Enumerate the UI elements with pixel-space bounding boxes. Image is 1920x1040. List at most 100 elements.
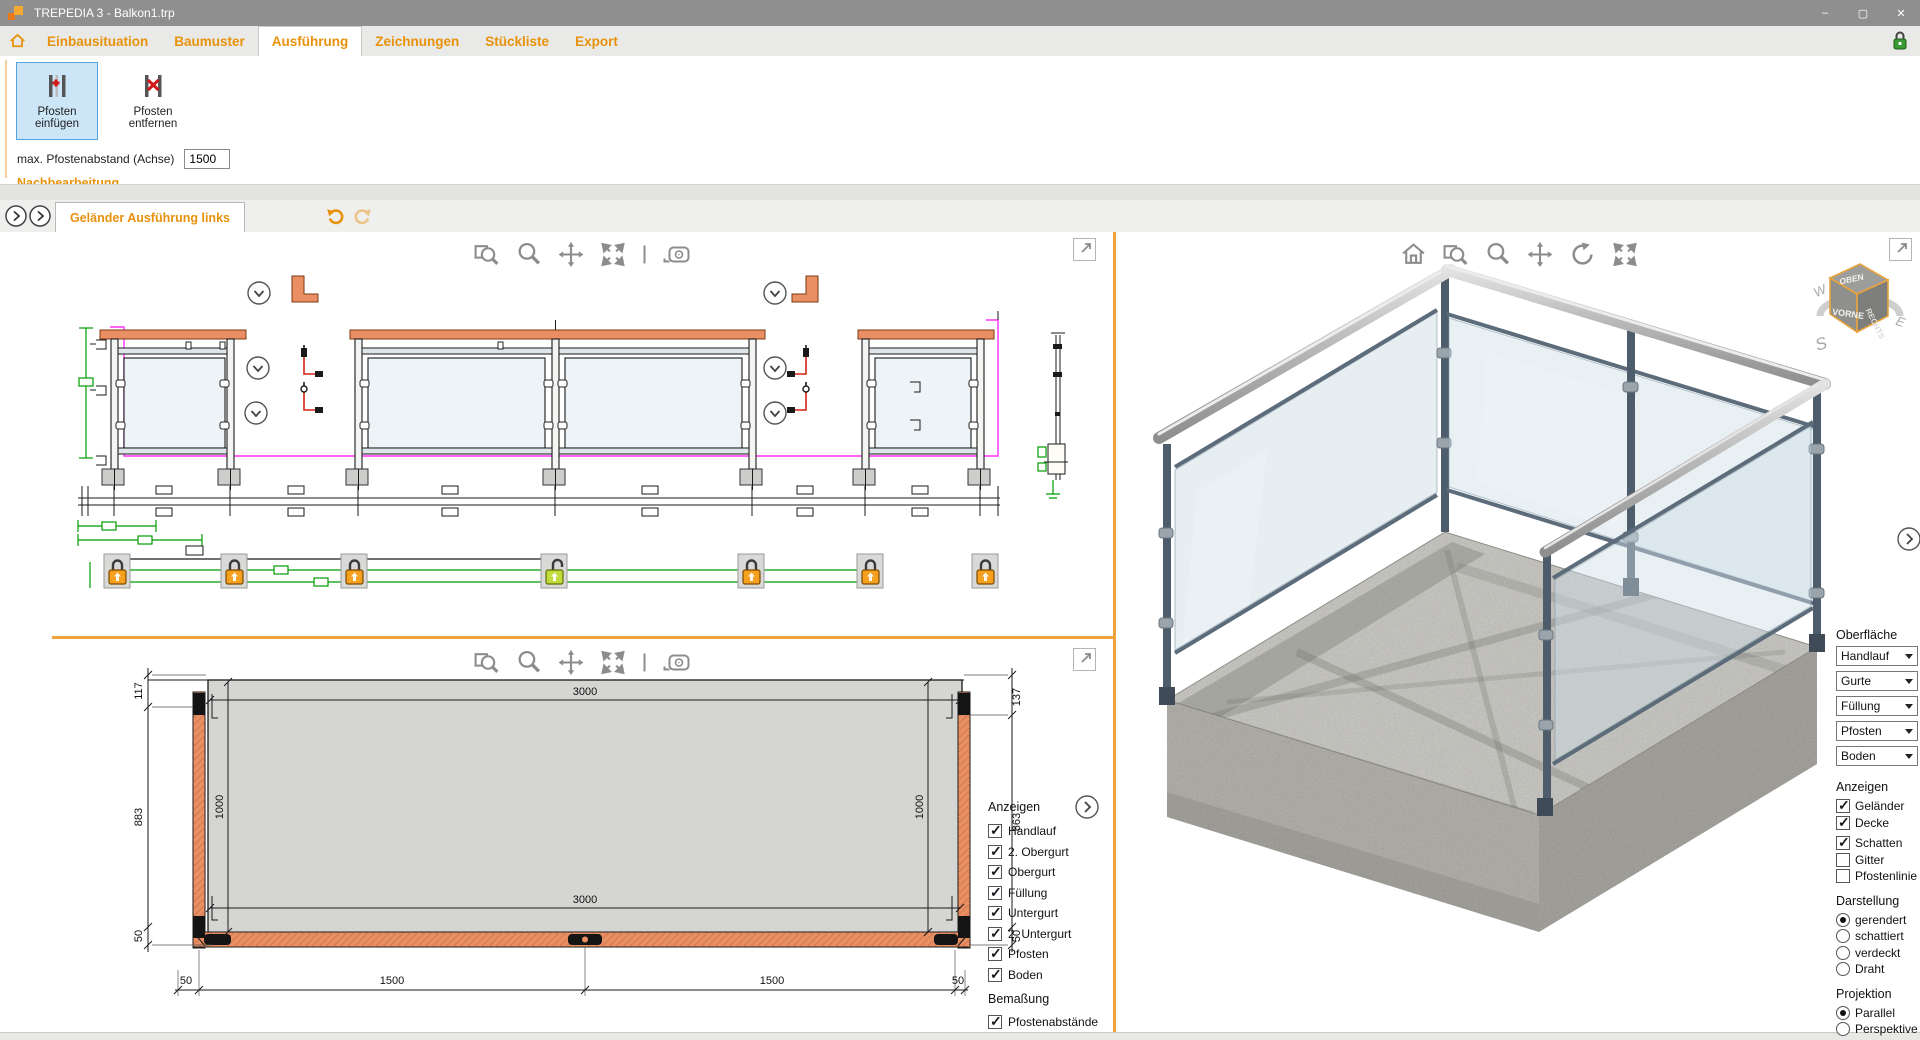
menu-item-ausfuehrung[interactable]: Ausführung (258, 26, 363, 56)
radio[interactable] (1836, 946, 1850, 960)
collapse-left-button[interactable] (5, 205, 27, 227)
fit-view-icon[interactable] (599, 649, 626, 676)
section-dropdown-left-mid[interactable] (247, 357, 269, 379)
checkbox[interactable] (988, 1015, 1002, 1029)
compass-south[interactable]: S (1813, 333, 1830, 355)
show-gelaender[interactable]: Geländer (1836, 798, 1918, 815)
surface-select-handlauf[interactable]: Handlauf (1836, 646, 1918, 666)
surface-select-fuellung[interactable]: Füllung (1836, 696, 1918, 716)
radio[interactable] (1836, 1022, 1850, 1036)
menu-item-export[interactable]: Export (562, 26, 631, 56)
collapse-left-button-2[interactable] (29, 205, 51, 227)
plan-option-handlauf[interactable]: Handlauf (988, 821, 1118, 842)
radio[interactable] (1836, 962, 1850, 976)
spacing-lock-6[interactable] (857, 554, 883, 588)
section-dropdown-right-top[interactable] (764, 282, 786, 304)
section-dropdown-right-bottom[interactable] (764, 402, 786, 424)
zoom-icon[interactable] (515, 649, 542, 676)
menu-item-einbausituation[interactable]: Einbausituation (34, 26, 161, 56)
spacing-lock-4[interactable] (541, 554, 567, 588)
compass-east[interactable]: E (1894, 313, 1907, 330)
surface-select-gurte[interactable]: Gurte (1836, 671, 1918, 691)
spacing-lock-5[interactable] (738, 554, 764, 588)
plan-options-collapse-button[interactable] (1074, 794, 1100, 820)
measure-tape-icon[interactable] (662, 241, 692, 268)
minimize-button[interactable]: – (1806, 0, 1844, 26)
view-cube[interactable]: W S E OBEN VORNE RECHTS (1812, 254, 1908, 360)
checkbox[interactable] (988, 947, 1002, 961)
show-schatten[interactable]: Schatten (1836, 835, 1918, 852)
checkbox[interactable] (1836, 816, 1850, 830)
plan-option-pfostenabstaende[interactable]: Pfostenabstände (988, 1012, 1118, 1033)
remove-post-button[interactable]: Pfosten entfernen (112, 62, 194, 140)
checkbox[interactable] (1836, 799, 1850, 813)
zoom-icon[interactable] (1484, 241, 1511, 268)
show-pfostenlinie[interactable]: Pfostenlinie (1836, 868, 1918, 885)
pan-icon[interactable] (557, 649, 584, 676)
spacing-lock-1[interactable] (104, 554, 130, 588)
projection-parallel[interactable]: Parallel (1836, 1005, 1918, 1022)
doc-tab-gelaender[interactable]: Geländer Ausführung links (55, 202, 245, 232)
checkbox[interactable] (988, 906, 1002, 920)
zoom-window-icon[interactable] (473, 241, 500, 268)
close-button[interactable]: ✕ (1882, 0, 1920, 26)
checkbox[interactable] (988, 824, 1002, 838)
user-status-icon[interactable] (1890, 30, 1910, 52)
radio[interactable] (1836, 913, 1850, 927)
checkbox[interactable] (988, 865, 1002, 879)
section-dropdown-left-bottom[interactable] (245, 402, 267, 424)
checkbox[interactable] (988, 927, 1002, 941)
plan-option-untergurt[interactable]: Untergurt (988, 903, 1118, 924)
three-d-popout-button[interactable] (1889, 238, 1912, 261)
radio[interactable] (1836, 929, 1850, 943)
fit-view-icon[interactable] (1611, 241, 1638, 268)
zoom-window-icon[interactable] (473, 649, 500, 676)
menu-item-stueckliste[interactable]: Stückliste (472, 26, 562, 56)
pan-icon[interactable] (1526, 241, 1553, 268)
menu-item-zeichnungen[interactable]: Zeichnungen (362, 26, 472, 56)
plan-option-boden[interactable]: Boden (988, 965, 1118, 986)
surface-select-boden[interactable]: Boden (1836, 746, 1918, 766)
pan-icon[interactable] (557, 241, 584, 268)
spacing-lock-2[interactable] (221, 554, 247, 588)
menu-item-baumuster[interactable]: Baumuster (161, 26, 258, 56)
zoom-window-icon[interactable] (1442, 241, 1469, 268)
rotate-view-icon[interactable] (1568, 241, 1596, 268)
checkbox[interactable] (988, 886, 1002, 900)
spacing-lock-3[interactable] (341, 554, 367, 588)
plan-popout-button[interactable] (1073, 648, 1096, 671)
plan-option-2-obergurt[interactable]: 2. Obergurt (988, 842, 1118, 863)
redo-icon[interactable] (353, 205, 373, 225)
plan-option-obergurt[interactable]: Obergurt (988, 862, 1118, 883)
checkbox[interactable] (1836, 853, 1850, 867)
checkbox[interactable] (988, 968, 1002, 982)
elevation-popout-button[interactable] (1073, 238, 1096, 261)
render-mode-verdeckt[interactable]: verdeckt (1836, 945, 1918, 962)
zoom-icon[interactable] (515, 241, 542, 268)
render-mode-schattiert[interactable]: schattiert (1836, 928, 1918, 945)
home-menu-button[interactable] (0, 26, 34, 56)
sidebar-collapse-button[interactable] (1896, 526, 1920, 552)
checkbox[interactable] (1836, 869, 1850, 883)
section-dropdown-left-top[interactable] (248, 282, 270, 304)
render-mode-draht[interactable]: Draht (1836, 961, 1918, 978)
plan-option-pfosten[interactable]: Pfosten (988, 944, 1118, 965)
show-gitter[interactable]: Gitter (1836, 852, 1918, 869)
fit-view-icon[interactable] (599, 241, 626, 268)
insert-post-button[interactable]: Pfosten einfügen (16, 62, 98, 140)
radio[interactable] (1836, 1006, 1850, 1020)
render-mode-gerendert[interactable]: gerendert (1836, 912, 1918, 929)
measure-tape-icon[interactable] (662, 649, 692, 676)
undo-icon[interactable] (325, 205, 345, 225)
spacing-lock-7[interactable] (972, 554, 998, 588)
projection-perspektive[interactable]: Perspektive (1836, 1021, 1918, 1038)
show-decke[interactable]: Decke (1836, 815, 1918, 832)
max-spacing-input[interactable] (184, 149, 230, 169)
compass-west[interactable]: W (1812, 281, 1830, 301)
plan-option-fuellung[interactable]: Füllung (988, 883, 1118, 904)
section-dropdown-right-mid[interactable] (764, 357, 786, 379)
checkbox[interactable] (988, 845, 1002, 859)
home-view-icon[interactable] (1399, 241, 1427, 268)
surface-select-pfosten[interactable]: Pfosten (1836, 721, 1918, 741)
checkbox[interactable] (1836, 836, 1850, 850)
